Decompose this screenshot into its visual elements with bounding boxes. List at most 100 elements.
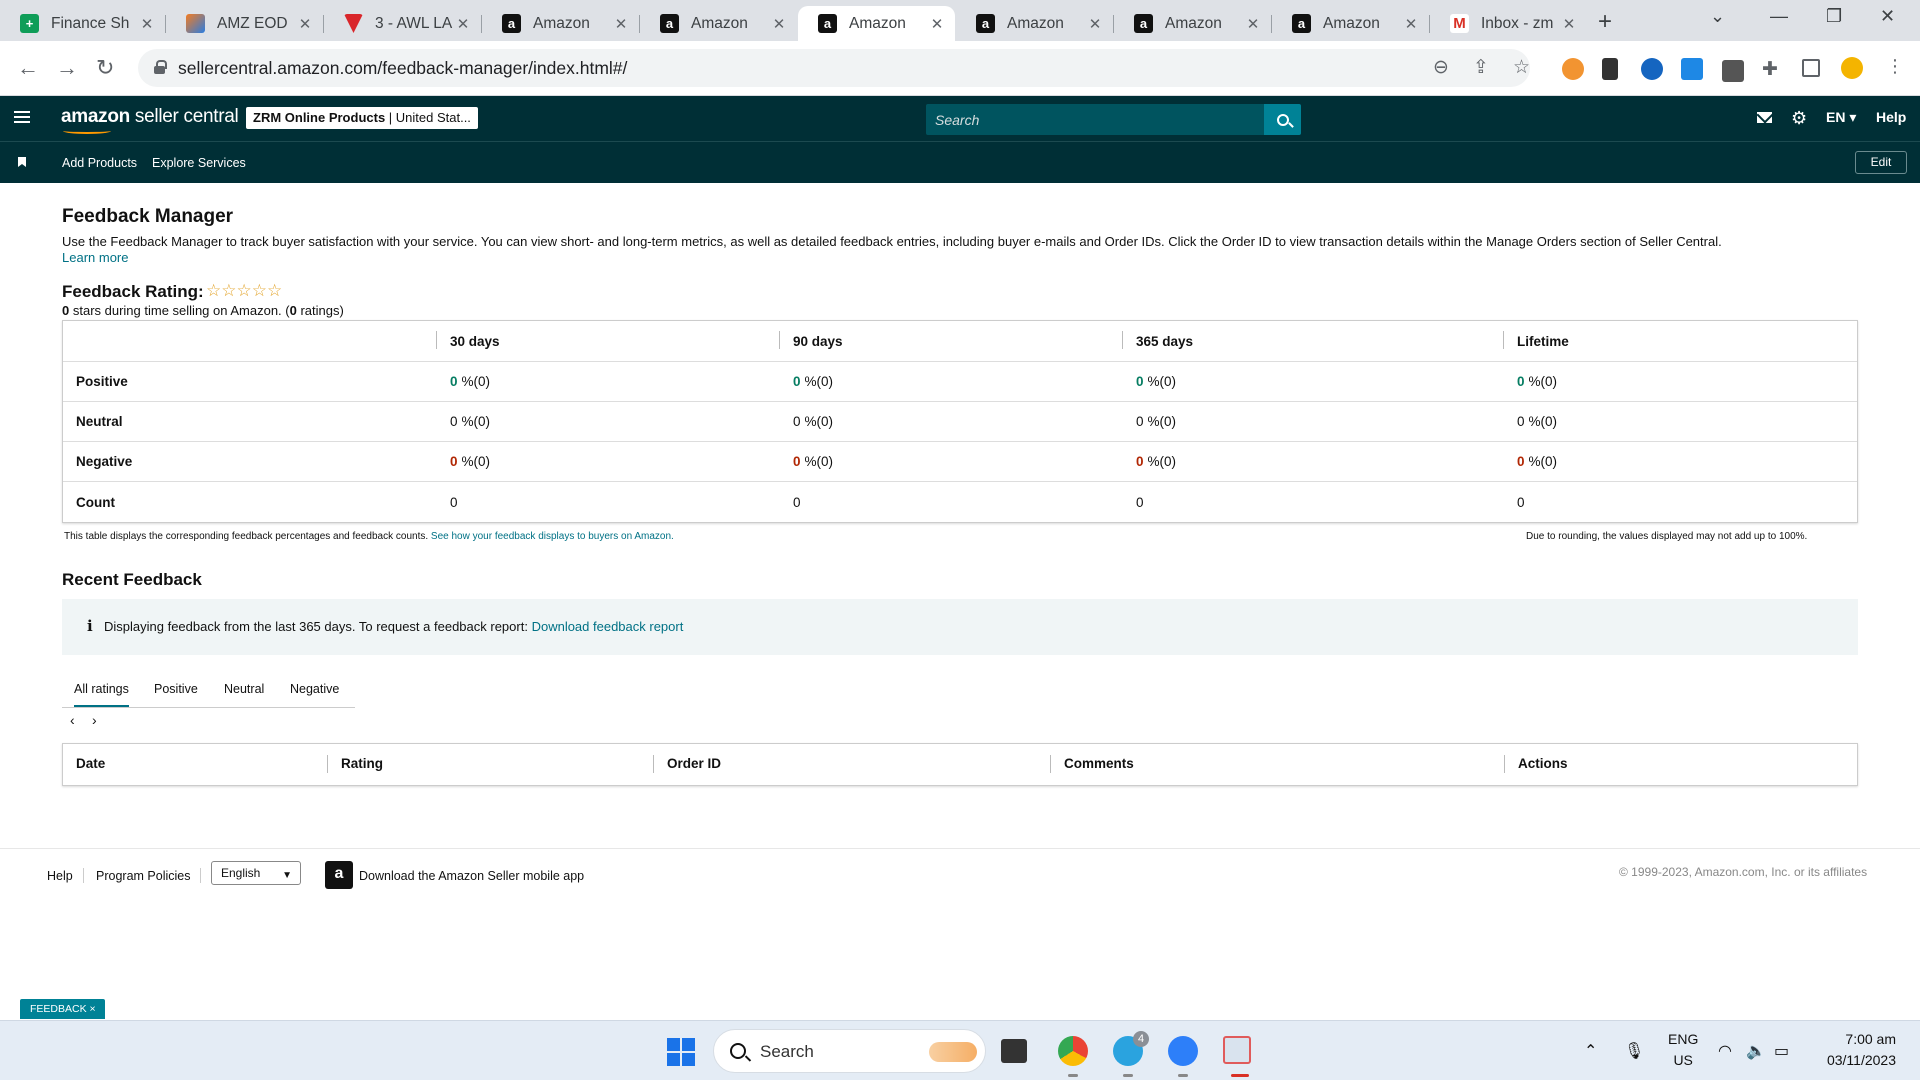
column-header-actions[interactable]: Actions [1504,755,1568,773]
column-header: 365 days [1121,321,1193,361]
footer-language-select[interactable]: English ▼ [211,861,301,885]
browser-tab[interactable]: + Finance Sh ✕ [0,6,165,41]
close-icon[interactable]: ✕ [929,15,945,33]
zoom-icon[interactable]: ⊖ [1433,56,1449,79]
close-icon[interactable]: ✕ [1561,15,1577,33]
close-icon[interactable]: ✕ [771,15,787,33]
close-icon[interactable]: ✕ [613,15,629,33]
browser-tab[interactable]: 3 - AWL LA ✕ [324,6,481,41]
profile-avatar[interactable] [1841,57,1863,79]
info-alert-body: Displaying feedback from the last 365 da… [104,619,683,634]
task-view-icon[interactable] [1001,1039,1027,1063]
lock-icon[interactable] [154,60,167,74]
learn-more-link[interactable]: Learn more [62,250,128,265]
chevron-right-icon[interactable]: › [92,712,97,728]
page-title: Feedback Manager [62,206,234,227]
column-header-date[interactable]: Date [76,756,105,771]
window-close-icon[interactable]: ✕ [1880,6,1895,27]
volume-icon[interactable]: 🔈 [1746,1041,1766,1061]
browser-tab[interactable]: a Amazon ✕ [1272,6,1429,41]
browser-tab[interactable]: a Amazon ✕ [1114,6,1271,41]
browser-tab[interactable]: a Amazon ✕ [956,6,1113,41]
rating-summary-tail: ratings) [296,303,344,318]
browser-tab[interactable]: AMZ EOD ✕ [166,6,323,41]
footer-help-link[interactable]: Help [47,869,73,883]
tab-positive[interactable]: Positive [154,682,198,696]
feedback-widget-tab[interactable]: FEEDBACK × [20,999,105,1019]
chrome-icon[interactable] [1058,1036,1088,1066]
browser-tab[interactable]: a Amazon ✕ [482,6,639,41]
column-header-comments[interactable]: Comments [1050,755,1134,773]
reload-icon[interactable]: ↻ [96,55,114,81]
feedback-display-link[interactable]: See how your feedback displays to buyers… [431,531,674,542]
new-tab-icon[interactable]: + [1598,8,1612,36]
taskbar-search[interactable]: Search [713,1029,986,1073]
gear-icon[interactable]: ⚙ [1791,108,1807,129]
cell-value: 0 [1517,414,1525,429]
chevron-down-icon: ▼ [282,870,292,881]
language-selector[interactable]: EN ▾ [1826,109,1856,126]
extensions-puzzle-icon[interactable]: ✚ [1762,58,1784,80]
tab-search-chevron-icon[interactable]: ⌄ [1710,6,1725,27]
system-clock[interactable]: 7:00 am 03/11/2023 [1813,1029,1896,1071]
column-header-rating[interactable]: Rating [327,755,383,773]
info-alert-text: Displaying feedback from the last 365 da… [104,619,528,634]
program-policies-link[interactable]: Program Policies [96,869,190,883]
close-icon[interactable]: ✕ [1403,15,1419,33]
side-panel-icon[interactable] [1802,59,1820,77]
language-value: English [221,866,261,880]
gmail-icon: M [1450,14,1469,33]
minimize-icon[interactable]: — [1770,6,1788,27]
restore-icon[interactable]: ❐ [1826,6,1842,27]
amazon-app-icon[interactable]: a [325,861,353,889]
mail-icon[interactable] [1757,112,1772,123]
bookmark-star-icon[interactable]: ☆ [1513,56,1530,79]
close-icon[interactable]: ✕ [455,15,471,33]
add-products-link[interactable]: Add Products [62,156,137,170]
battery-icon[interactable]: ▭ [1774,1041,1789,1061]
bookmark-icon[interactable] [18,157,26,167]
seller-central-logo[interactable]: amazon seller central [61,106,239,134]
extension-off-icon[interactable] [1722,60,1744,82]
back-icon[interactable]: ← [17,55,39,81]
extension-icon[interactable] [1602,58,1618,80]
search-input[interactable] [926,104,1264,135]
share-icon[interactable]: ⇪ [1473,56,1489,79]
microphone-icon[interactable]: 🎙 [1624,1041,1644,1061]
zoom-icon[interactable] [1168,1036,1198,1066]
forward-icon[interactable]: → [56,55,78,81]
chevron-left-icon[interactable]: ‹ [70,712,75,728]
omnibox[interactable]: sellercentral.amazon.com/feedback-manage… [138,49,1530,87]
tab-all-ratings[interactable]: All ratings [74,682,129,707]
download-report-link[interactable]: Download feedback report [532,619,684,634]
amz-icon [186,14,205,33]
explore-services-link[interactable]: Explore Services [152,156,246,170]
browser-tab[interactable]: a Amazon ✕ [640,6,797,41]
download-app-link[interactable]: Download the Amazon Seller mobile app [359,869,584,883]
close-icon[interactable]: ✕ [297,15,313,33]
column-header-order-id[interactable]: Order ID [652,755,721,773]
browser-tab-active[interactable]: a Amazon ✕ [798,6,955,41]
menu-kebab-icon[interactable]: ⋮ [1886,56,1908,78]
windows-start-icon[interactable] [667,1038,695,1066]
chevron-up-icon[interactable]: ⌃ [1584,1041,1597,1061]
input-language[interactable]: ENG US [1668,1029,1698,1071]
extension-icon[interactable] [1562,58,1584,80]
tab-negative[interactable]: Negative [290,682,339,696]
close-icon[interactable]: ✕ [1087,15,1103,33]
snipping-tool-icon[interactable] [1223,1036,1251,1064]
close-icon[interactable]: ✕ [1245,15,1261,33]
table-cell: 0 %(0) [1136,362,1176,401]
browser-tab[interactable]: M Inbox - zm ✕ [1430,6,1587,41]
wifi-icon[interactable]: ◠ [1718,1041,1732,1061]
tab-neutral[interactable]: Neutral [224,682,264,696]
fba-extension-icon[interactable] [1681,58,1703,80]
store-selector[interactable]: ZRM Online Products | United Stat... [246,107,478,129]
close-icon[interactable]: ✕ [139,15,155,33]
extension-icon[interactable] [1641,58,1663,80]
edit-button[interactable]: Edit [1855,151,1907,174]
help-link[interactable]: Help [1876,109,1906,125]
hamburger-menu-icon[interactable] [14,111,30,123]
url-text[interactable]: sellercentral.amazon.com/feedback-manage… [178,58,627,79]
search-button[interactable] [1264,104,1301,135]
